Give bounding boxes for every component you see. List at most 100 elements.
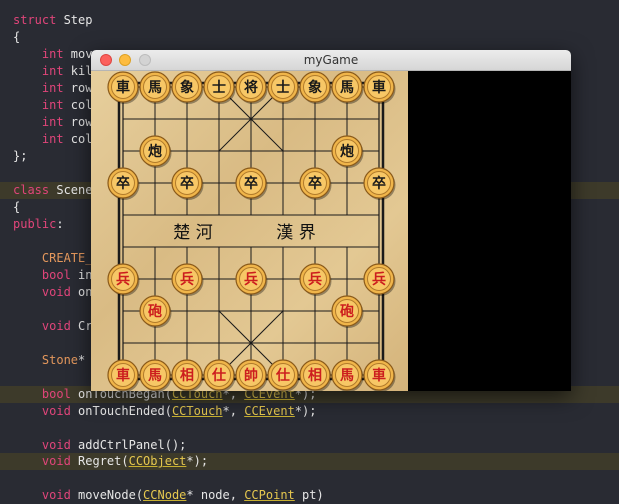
piece-label: 卒	[116, 175, 130, 192]
red-piece[interactable]: 仕	[203, 359, 236, 391]
chess-board[interactable]: 楚 河 漢 界 車馬象士将士象馬車炮炮卒卒卒卒卒兵兵兵兵兵砲砲車馬相仕帥仕相馬車	[91, 71, 408, 391]
red-piece[interactable]: 相	[171, 359, 204, 391]
black-piece[interactable]: 象	[299, 71, 332, 104]
red-piece[interactable]: 兵	[171, 263, 204, 296]
piece-label: 車	[116, 367, 130, 384]
piece-label: 炮	[148, 143, 162, 160]
code-token: void	[13, 454, 71, 469]
code-line: {	[0, 29, 619, 46]
black-piece[interactable]: 象	[171, 71, 204, 104]
code-token: on	[70, 284, 93, 299]
piece-label: 馬	[340, 80, 354, 96]
black-piece[interactable]: 馬	[331, 71, 364, 104]
black-piece[interactable]: 将	[235, 71, 268, 104]
code-line: struct Step	[0, 12, 619, 29]
piece-label: 相	[180, 367, 194, 384]
piece-label: 馬	[148, 80, 162, 96]
code-token: *	[78, 352, 86, 367]
red-piece[interactable]: 兵	[107, 263, 140, 296]
piece-label: 象	[180, 79, 194, 96]
code-token: in	[70, 267, 93, 282]
black-piece[interactable]: 士	[203, 71, 236, 104]
code-token: *,	[222, 403, 245, 418]
code-token: bool	[13, 386, 71, 401]
piece-label: 象	[308, 79, 322, 96]
code-token: public	[13, 216, 57, 231]
code-token: CCObject	[128, 454, 187, 469]
black-piece[interactable]: 卒	[171, 167, 204, 200]
code-token: kil	[63, 63, 93, 78]
piece-label: 将	[244, 79, 258, 96]
game-window: myGame 楚 河 漢 界 車馬象士将士象馬車炮炮卒卒卒卒卒兵兵兵兵兵砲砲車馬…	[91, 50, 571, 391]
piece-label: 仕	[211, 367, 226, 384]
window-title: myGame	[303, 53, 359, 67]
code-token: void	[13, 437, 71, 452]
red-piece[interactable]: 車	[107, 359, 140, 391]
black-piece[interactable]: 士	[267, 71, 300, 104]
code-token: row	[63, 114, 93, 129]
code-token: Stone	[13, 352, 79, 367]
red-piece[interactable]: 帥	[235, 359, 268, 391]
code-token: void	[13, 403, 71, 418]
piece-label: 士	[212, 79, 226, 96]
piece-label: 馬	[340, 368, 354, 384]
red-piece[interactable]: 砲	[139, 295, 172, 328]
piece-label: 卒	[308, 175, 322, 192]
black-piece[interactable]: 車	[363, 71, 396, 104]
black-piece[interactable]: 炮	[331, 135, 364, 168]
red-piece[interactable]: 兵	[299, 263, 332, 296]
red-piece[interactable]: 仕	[267, 359, 300, 391]
code-token: Step	[56, 13, 93, 27]
piece-label: 仕	[275, 367, 290, 384]
window-titlebar[interactable]: myGame	[91, 50, 571, 71]
piece-label: 帥	[244, 367, 258, 384]
black-piece[interactable]: 卒	[107, 167, 140, 200]
code-token: *);	[294, 403, 317, 418]
red-piece[interactable]: 車	[363, 359, 396, 391]
red-piece[interactable]: 馬	[331, 359, 364, 391]
code-token: struct	[13, 13, 57, 27]
piece-label: 相	[308, 367, 322, 384]
piece-label: 車	[116, 79, 130, 96]
black-piece[interactable]: 炮	[139, 135, 172, 168]
piece-label: 兵	[116, 271, 130, 288]
piece-label: 炮	[340, 143, 354, 160]
code-token: int	[13, 46, 64, 61]
code-token: int	[13, 97, 64, 112]
red-piece[interactable]: 馬	[139, 359, 172, 391]
piece-label: 車	[372, 367, 386, 384]
piece-label: 士	[276, 79, 290, 96]
piece-label: 兵	[244, 271, 258, 288]
piece-label: 卒	[372, 175, 386, 192]
code-token: row	[63, 80, 93, 95]
piece-label: 兵	[372, 271, 386, 288]
black-piece[interactable]: 卒	[363, 167, 396, 200]
board-grid: 楚 河 漢 界 車馬象士将士象馬車炮 炮卒卒卒卒卒兵兵兵兵兵砲 砲車馬相仕帥仕相馬車	[107, 71, 396, 391]
piece-label: 卒	[180, 175, 194, 192]
red-piece[interactable]: 砲	[331, 295, 364, 328]
code-token: {	[13, 29, 21, 44]
code-token: CCTouch	[171, 403, 223, 418]
code-token: col	[63, 131, 93, 146]
code-token: int	[13, 80, 64, 95]
black-piece[interactable]: 車	[107, 71, 140, 104]
code-line: void onTouchEnded(CCTouch*, CCEvent*);	[0, 403, 619, 420]
piece-label: 卒	[244, 175, 258, 192]
code-token: CCEvent	[244, 403, 295, 418]
piece-label: 砲	[340, 303, 354, 320]
black-piece[interactable]: 馬	[139, 71, 172, 104]
code-token: };	[13, 148, 28, 163]
red-piece[interactable]: 兵	[363, 263, 396, 296]
code-token: int	[13, 63, 64, 78]
code-line: void addCtrlPanel();	[0, 437, 619, 454]
black-piece[interactable]: 卒	[299, 167, 332, 200]
code-token: *);	[186, 454, 209, 469]
river-label-han-jie: 漢 界	[276, 223, 315, 243]
code-token: class	[13, 182, 50, 197]
black-piece[interactable]: 卒	[235, 167, 268, 200]
code-token: int	[13, 114, 64, 129]
code-token: mov	[63, 46, 93, 61]
red-piece[interactable]: 兵	[235, 263, 268, 296]
red-piece[interactable]: 相	[299, 359, 332, 391]
piece-label: 馬	[148, 368, 162, 384]
